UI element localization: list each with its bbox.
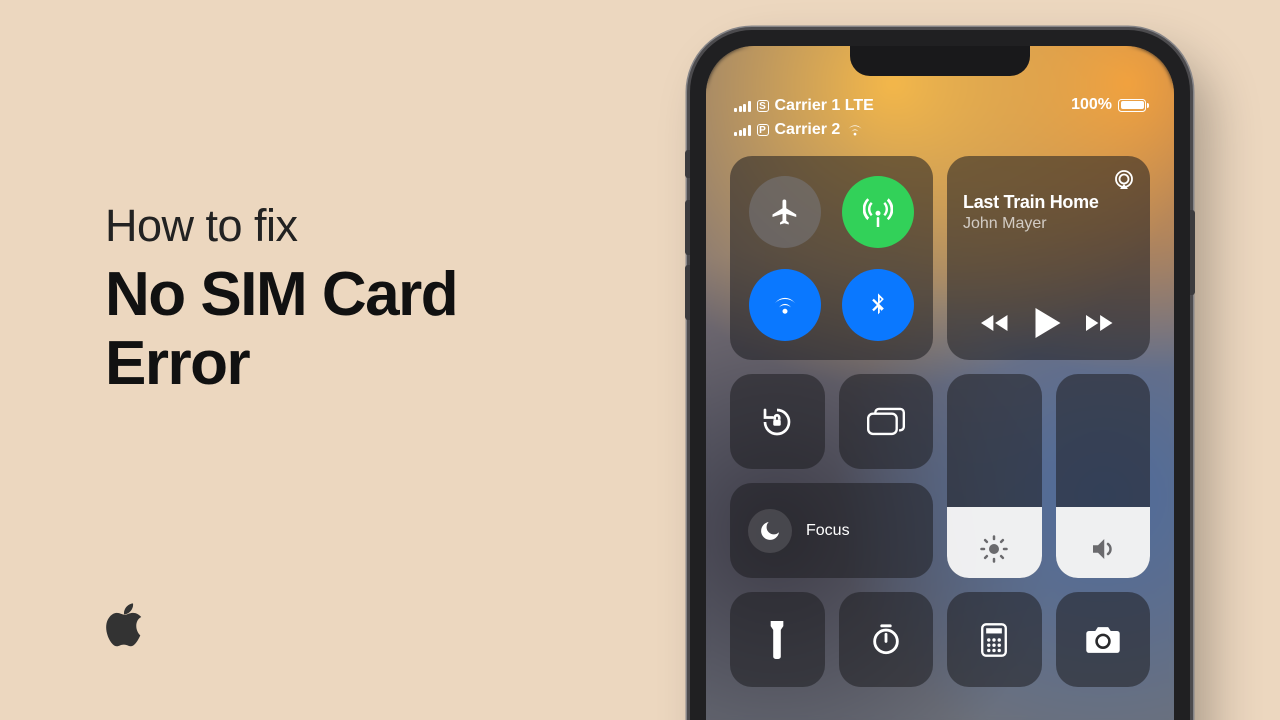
track-title: Last Train Home (963, 192, 1134, 213)
volume-slider[interactable] (1056, 374, 1151, 578)
wifi-icon (846, 124, 864, 137)
control-center: Last Train Home John Mayer (730, 156, 1150, 687)
battery-pct: 100% (1071, 96, 1112, 114)
airplane-mode-toggle[interactable] (749, 176, 821, 248)
apple-logo-icon (105, 602, 145, 650)
forward-button[interactable] (1086, 312, 1116, 334)
eyebrow-text: How to fix (105, 200, 625, 252)
signal-bars-icon (734, 101, 751, 112)
connectivity-tile[interactable] (730, 156, 933, 360)
power-button (1190, 210, 1195, 295)
camera-button[interactable] (1056, 592, 1151, 687)
iphone-frame: S Carrier 1 LTE P Carrier 2 100% (690, 30, 1190, 720)
headline-text: No SIM Card Error (105, 260, 625, 399)
promo-text: How to fix No SIM Card Error (105, 200, 625, 399)
now-playing-tile[interactable]: Last Train Home John Mayer (947, 156, 1150, 360)
rewind-button[interactable] (981, 312, 1011, 334)
focus-label: Focus (806, 522, 850, 540)
screen-mirroring-button[interactable] (839, 374, 934, 469)
status-bar: S Carrier 1 LTE P Carrier 2 100% (734, 96, 1146, 140)
play-button[interactable] (1035, 308, 1061, 338)
cellular-toggle[interactable] (842, 176, 914, 248)
battery-icon (1118, 99, 1146, 112)
volume-down-button (685, 265, 690, 320)
volume-up-button (685, 200, 690, 255)
moon-icon (748, 509, 792, 553)
focus-tile[interactable]: Focus (730, 483, 933, 578)
orientation-lock-toggle[interactable] (730, 374, 825, 469)
brightness-icon (979, 534, 1009, 564)
timer-button[interactable] (839, 592, 934, 687)
carrier2-label: Carrier 2 (775, 121, 841, 139)
airplay-icon[interactable] (1112, 168, 1136, 192)
sim2-badge: P (757, 124, 769, 136)
mute-switch (685, 150, 690, 178)
bluetooth-toggle[interactable] (842, 269, 914, 341)
sim1-badge: S (757, 100, 769, 112)
wifi-toggle[interactable] (749, 269, 821, 341)
volume-icon (1088, 534, 1118, 564)
notch (850, 46, 1030, 76)
flashlight-button[interactable] (730, 592, 825, 687)
carrier1-label: Carrier 1 LTE (775, 97, 874, 115)
phone-screen: S Carrier 1 LTE P Carrier 2 100% (706, 46, 1174, 720)
signal-bars-icon (734, 125, 751, 136)
calculator-button[interactable] (947, 592, 1042, 687)
brightness-slider[interactable] (947, 374, 1042, 578)
track-artist: John Mayer (963, 215, 1134, 233)
